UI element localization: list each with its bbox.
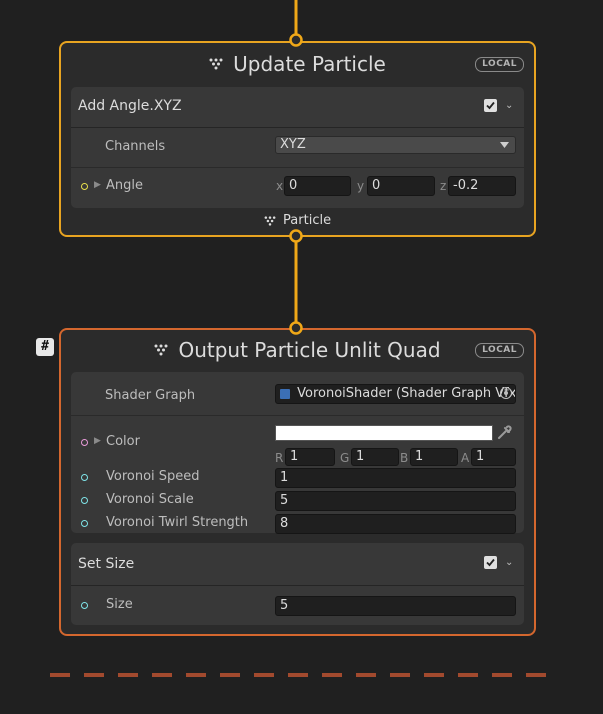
voronoi-scale-field[interactable]: 5 bbox=[275, 491, 516, 511]
chevron-down-icon[interactable]: ⌄ bbox=[505, 100, 513, 111]
voronoi-speed-port[interactable] bbox=[81, 474, 88, 481]
set-size-enabled-checkbox[interactable] bbox=[484, 556, 497, 569]
voronoi-scale-port[interactable] bbox=[81, 497, 88, 504]
shader-graph-object-field[interactable]: VoronoiShader (Shader Graph Vfx bbox=[275, 384, 516, 404]
size-label: Size bbox=[106, 597, 133, 612]
size-input-port[interactable] bbox=[81, 602, 88, 609]
update-particle-title: Update Particle bbox=[233, 52, 386, 76]
particle-context-footer: Particle bbox=[61, 213, 534, 228]
color-a-field[interactable]: 1 bbox=[471, 448, 516, 466]
voronoi-twirl-label: Voronoi Twirl Strength bbox=[106, 515, 249, 530]
system-badge[interactable]: # bbox=[36, 338, 54, 356]
add-angle-block[interactable]: Add Angle.XYZ ⌄ Channels XYZ ▶ Angle x 0… bbox=[71, 87, 524, 208]
particle-icon bbox=[154, 344, 168, 356]
object-picker-icon[interactable] bbox=[500, 387, 512, 399]
particle-icon bbox=[264, 215, 276, 226]
color-label: Color bbox=[106, 434, 140, 449]
shader-asset-icon bbox=[280, 388, 290, 399]
particle-footer-label: Particle bbox=[283, 213, 332, 228]
output-particle-title-bar[interactable]: Output Particle Unlit Quad LOCAL bbox=[61, 332, 534, 368]
set-size-header[interactable]: Set Size ⌄ bbox=[71, 543, 524, 586]
particle-icon bbox=[209, 58, 223, 70]
size-field[interactable]: 5 bbox=[275, 596, 516, 616]
set-size-title: Set Size bbox=[78, 556, 135, 572]
voronoi-twirl-field[interactable]: 8 bbox=[275, 514, 516, 534]
shader-graph-label: Shader Graph bbox=[105, 388, 196, 403]
eyedropper-icon[interactable] bbox=[496, 424, 513, 441]
add-angle-enabled-checkbox[interactable] bbox=[484, 99, 497, 112]
angle-z-field[interactable]: -0.2 bbox=[448, 176, 516, 196]
expand-arrow-icon[interactable]: ▶ bbox=[94, 436, 101, 446]
angle-z-label: z bbox=[440, 179, 447, 193]
output-settings-block: Shader Graph VoronoiShader (Shader Graph… bbox=[71, 372, 524, 534]
angle-input-port[interactable] bbox=[81, 183, 88, 190]
output-particle-title: Output Particle Unlit Quad bbox=[178, 338, 441, 362]
local-badge: LOCAL bbox=[475, 56, 524, 72]
voronoi-twirl-port[interactable] bbox=[81, 520, 88, 527]
set-size-block[interactable]: Set Size ⌄ Size 5 bbox=[71, 543, 524, 625]
voronoi-speed-field[interactable]: 1 bbox=[275, 468, 516, 488]
shader-graph-value: VoronoiShader (Shader Graph Vfx bbox=[297, 386, 516, 401]
voronoi-scale-label: Voronoi Scale bbox=[106, 492, 194, 507]
update-particle-node[interactable]: Update Particle LOCAL Add Angle.XYZ ⌄ Ch… bbox=[59, 41, 536, 237]
color-b-field[interactable]: 1 bbox=[410, 448, 458, 466]
angle-y-field[interactable]: 0 bbox=[367, 176, 435, 196]
color-r-field[interactable]: 1 bbox=[285, 448, 335, 466]
local-badge: LOCAL bbox=[475, 342, 524, 358]
dropdown-arrow-icon bbox=[500, 142, 509, 148]
angle-x-field[interactable]: 0 bbox=[284, 176, 351, 196]
channels-label: Channels bbox=[105, 139, 166, 154]
angle-label: Angle bbox=[106, 178, 143, 193]
expand-arrow-icon[interactable]: ▶ bbox=[94, 180, 101, 190]
channels-dropdown[interactable]: XYZ bbox=[275, 136, 516, 154]
row-divider bbox=[71, 415, 524, 416]
color-a-label: A bbox=[461, 451, 470, 465]
angle-y-label: y bbox=[357, 179, 365, 193]
color-g-field[interactable]: 1 bbox=[351, 448, 399, 466]
angle-x-label: x bbox=[276, 179, 284, 193]
color-swatch[interactable] bbox=[275, 425, 493, 441]
channels-value: XYZ bbox=[280, 137, 306, 152]
update-particle-title-bar[interactable]: Update Particle LOCAL bbox=[61, 46, 534, 82]
color-g-label: G bbox=[340, 451, 350, 465]
output-particle-node[interactable]: Output Particle Unlit Quad LOCAL Shader … bbox=[59, 328, 536, 636]
color-b-label: B bbox=[400, 451, 409, 465]
chevron-down-icon[interactable]: ⌄ bbox=[505, 557, 513, 568]
row-divider bbox=[71, 167, 524, 168]
add-angle-header[interactable]: Add Angle.XYZ ⌄ bbox=[71, 87, 524, 128]
color-input-port[interactable] bbox=[81, 439, 88, 446]
voronoi-speed-label: Voronoi Speed bbox=[106, 469, 200, 484]
color-r-label: R bbox=[275, 451, 284, 465]
add-angle-title: Add Angle.XYZ bbox=[78, 98, 182, 114]
